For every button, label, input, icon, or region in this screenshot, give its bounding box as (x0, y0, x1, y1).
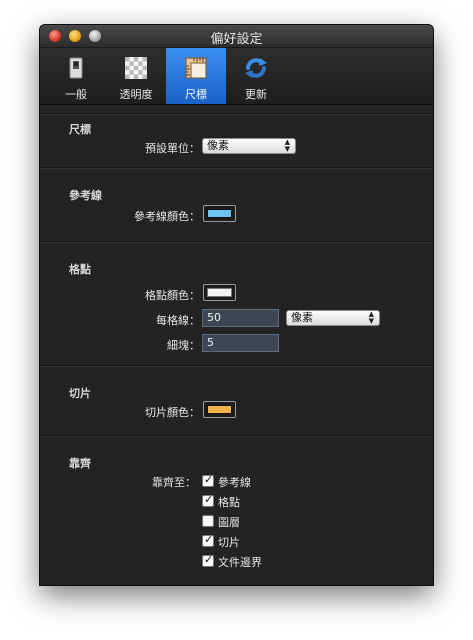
tab-rulers[interactable]: 尺標 (166, 48, 226, 104)
rulers-heading: 尺標 (69, 123, 91, 136)
snap-layers-label: 圖層 (218, 516, 240, 529)
checkmark-icon: ✓ (204, 553, 214, 566)
snap-to-label: 靠齊至： (152, 476, 196, 489)
subdivisions-label: 細塊： (167, 339, 200, 352)
grid-section: 格點 格點顏色： 每格線： 50 像素 ▲ ▼ 細塊： 5 (40, 241, 433, 366)
grid-heading: 格點 (69, 263, 91, 276)
tab-rulers-label: 尺標 (185, 88, 207, 101)
guides-color-label: 參考線顏色： (134, 210, 200, 223)
gridline-unit-select[interactable]: 像素 ▲ ▼ (286, 310, 380, 326)
tab-general[interactable]: 一般 (46, 48, 106, 104)
snap-slices-checkbox[interactable]: ✓ (202, 533, 214, 547)
default-unit-value: 像素 (207, 139, 229, 152)
subdivisions-field[interactable]: 5 (202, 334, 279, 352)
guides-heading: 參考線 (69, 189, 102, 202)
gridline-unit-value: 像素 (291, 311, 313, 324)
title-bar: 偏好設定 (40, 25, 433, 48)
rulers-section: 尺標 預設單位： 像素 ▲ ▼ (40, 113, 433, 168)
grid-color-well[interactable] (203, 284, 236, 301)
snap-section: 靠齊 靠齊至： ✓ 參考線 ✓ 格點 圖層 ✓ 切片 ✓ 文件邊界 (40, 435, 433, 585)
checkerboard-icon (125, 57, 147, 79)
tab-update-label: 更新 (245, 88, 267, 101)
snap-grid-label: 格點 (218, 496, 240, 509)
switch-icon (69, 57, 83, 79)
select-arrows-icon: ▲ ▼ (368, 310, 374, 325)
snap-guides-label: 參考線 (218, 476, 251, 489)
checkmark-icon: ✓ (204, 473, 214, 486)
slices-section: 切片 切片顏色： (40, 365, 433, 436)
guides-section: 參考線 參考線顏色： (40, 167, 433, 242)
snap-grid-checkbox[interactable]: ✓ (202, 493, 214, 507)
snap-slices-label: 切片 (218, 536, 240, 549)
grid-color-label: 格點顏色： (145, 289, 200, 302)
tab-update[interactable]: 更新 (226, 48, 286, 104)
window-title: 偏好設定 (210, 32, 263, 47)
slices-color-fill (207, 405, 232, 414)
tab-transparency[interactable]: 透明度 (106, 48, 166, 104)
select-arrows-icon: ▲ ▼ (284, 138, 290, 153)
slices-color-label: 切片顏色： (145, 406, 200, 419)
snap-document-bounds-label: 文件邊界 (218, 556, 262, 569)
tab-transparency-label: 透明度 (119, 88, 153, 101)
guides-color-well[interactable] (203, 205, 236, 222)
refresh-icon (245, 58, 267, 78)
checkmark-icon: ✓ (204, 533, 214, 546)
default-unit-select[interactable]: 像素 ▲ ▼ (202, 138, 296, 154)
snap-guides-checkbox[interactable]: ✓ (202, 473, 214, 487)
guides-color-fill (207, 209, 232, 218)
snap-document-bounds-checkbox[interactable]: ✓ (202, 553, 214, 567)
slices-heading: 切片 (69, 387, 91, 400)
default-unit-label: 預設單位： (145, 142, 200, 155)
slices-color-well[interactable] (203, 401, 236, 418)
tab-general-label: 一般 (65, 88, 87, 101)
preferences-window: 偏好設定 一般 透明度 尺標 更新 尺標 預設單位： 像素 ▲ ▼ 參考線 參考… (40, 25, 433, 585)
gridline-every-label: 每格線： (156, 314, 200, 327)
snap-heading: 靠齊 (69, 457, 91, 470)
grid-color-fill (207, 288, 232, 297)
preferences-toolbar: 一般 透明度 尺標 更新 (40, 48, 433, 105)
snap-layers-checkbox[interactable] (202, 515, 214, 527)
checkmark-icon: ✓ (204, 493, 214, 506)
ruler-icon (185, 57, 207, 79)
gridline-every-field[interactable]: 50 (202, 309, 279, 327)
